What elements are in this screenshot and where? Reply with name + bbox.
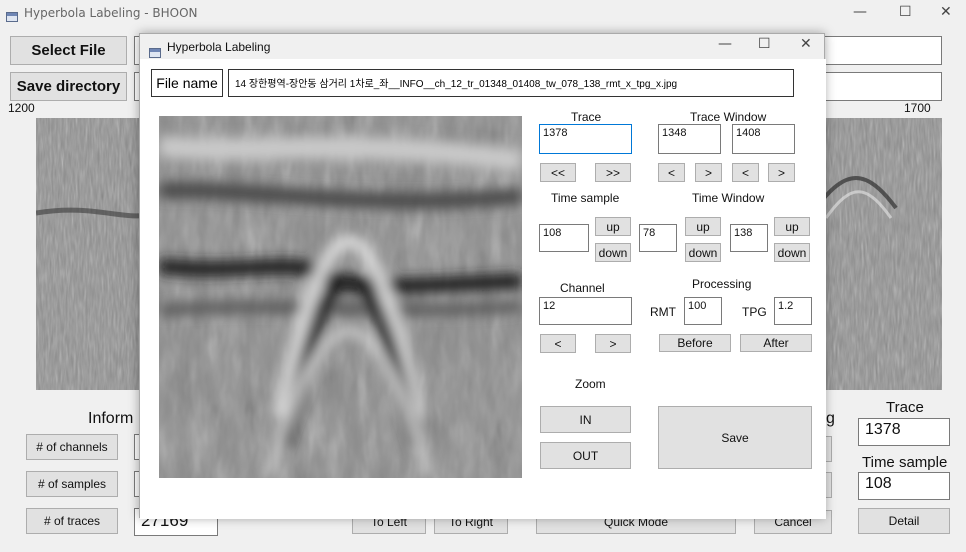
trace-input[interactable]: 1378 [539,124,632,154]
trace-prev-fast-button[interactable]: << [540,163,576,182]
range-start-label: 1200 [8,101,35,115]
range-end-label: 1700 [904,101,931,115]
file-name-value[interactable]: 14 장한평역-장안동 삼거리 1차로_좌__INFO__ch_12_tr_01… [228,69,794,97]
time-window-start-up-button[interactable]: up [685,217,721,236]
processing-label: Processing [692,277,752,291]
trace-window-start-input[interactable]: 1348 [658,124,721,154]
trace-next-fast-button[interactable]: >> [595,163,631,182]
time-window-label: Time Window [692,191,765,205]
trace-value[interactable]: 1378 [858,418,950,446]
zoom-in-button[interactable]: IN [540,406,631,433]
app-icon [6,7,18,26]
zoom-out-button[interactable]: OUT [540,442,631,469]
time-sample-label: Time sample [551,191,620,205]
time-sample-up-button[interactable]: up [595,217,631,236]
time-window-start-down-button[interactable]: down [685,243,721,262]
time-window-start-input[interactable]: 78 [639,224,677,252]
rmt-input[interactable]: 100 [684,297,722,325]
time-sample-down-button[interactable]: down [595,243,631,262]
dialog-maximize-button[interactable]: ☐ [758,36,771,52]
channel-next-button[interactable]: > [595,334,631,353]
save-button[interactable]: Save [658,406,812,469]
dialog-close-button[interactable]: ✕ [800,36,812,52]
zoomed-radargram[interactable] [159,116,522,478]
traces-button[interactable]: # of traces [26,508,118,534]
trace-window-end-input[interactable]: 1408 [732,124,795,154]
channels-button[interactable]: # of channels [26,434,118,460]
information-label: Inform [88,410,134,427]
select-file-button[interactable]: Select File [10,36,127,65]
time-sample-label: Time sample [862,454,948,471]
partial-label: g [826,410,835,427]
hyperbola-dialog: Hyperbola Labeling — ☐ ✕ File name 14 장한… [139,33,826,519]
trace-label: Trace [886,399,924,416]
dialog-title: Hyperbola Labeling [167,40,271,54]
trace-window-start-next-button[interactable]: > [695,163,722,182]
trace-window-end-prev-button[interactable]: < [732,163,759,182]
minimize-button[interactable]: — [853,4,867,20]
tpg-input[interactable]: 1.2 [774,297,812,325]
file-name-label: File name [151,69,223,97]
time-window-end-up-button[interactable]: up [774,217,810,236]
time-window-end-input[interactable]: 138 [730,224,768,252]
rmt-label: RMT [650,305,676,319]
samples-button[interactable]: # of samples [26,471,118,497]
trace-label: Trace [571,110,602,124]
dialog-minimize-button[interactable]: — [718,36,732,52]
tpg-label: TPG [742,305,767,319]
zoom-label: Zoom [575,377,606,391]
time-window-end-down-button[interactable]: down [774,243,810,262]
channel-label: Channel [560,281,605,295]
trace-window-end-next-button[interactable]: > [768,163,795,182]
after-button[interactable]: After [740,334,812,352]
maximize-button[interactable]: ☐ [899,4,912,20]
time-sample-value[interactable]: 108 [858,472,950,500]
trace-window-label: Trace Window [690,110,767,124]
save-directory-button[interactable]: Save directory [10,72,127,101]
close-button[interactable]: ✕ [940,4,952,20]
window-title: Hyperbola Labeling - BHOON [24,6,198,20]
channel-prev-button[interactable]: < [540,334,576,353]
before-button[interactable]: Before [659,334,731,352]
channel-input[interactable]: 12 [539,297,632,325]
detail-button[interactable]: Detail [858,508,950,534]
trace-window-start-prev-button[interactable]: < [658,163,685,182]
time-sample-input[interactable]: 108 [539,224,589,252]
